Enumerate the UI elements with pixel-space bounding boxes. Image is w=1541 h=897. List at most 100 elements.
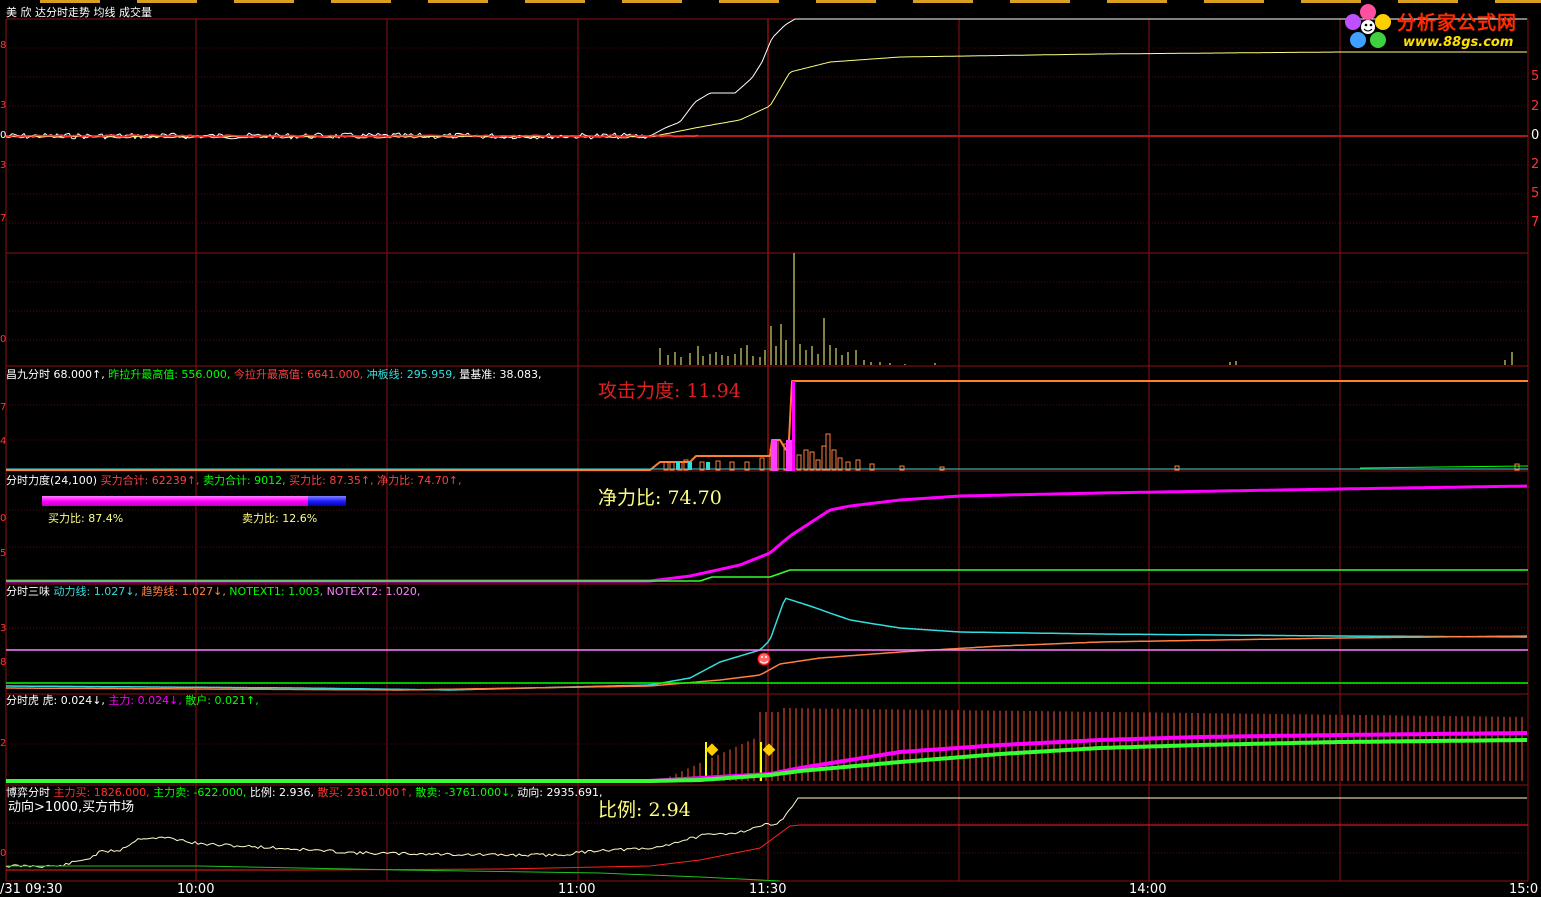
volume-label[interactable]: 成交量 <box>119 6 152 19</box>
left-axis-tick: 8 <box>0 657 7 668</box>
left-axis-tick: 7 <box>0 402 7 413</box>
attack-bar <box>825 433 831 471</box>
toolbar-tab <box>137 0 197 3</box>
attack-bar <box>821 445 827 471</box>
attack-bar <box>837 457 843 471</box>
magenta-bar <box>786 440 792 471</box>
game-green-line <box>6 865 781 882</box>
force-h0: 分时力度(24,100) <box>6 474 98 487</box>
ratio-label: 比例: 2.94 <box>598 799 691 821</box>
attack-orange-line <box>6 380 1528 471</box>
game-h2: 主力卖: -622.000, <box>149 786 247 799</box>
toolbar-tab <box>1204 0 1264 3</box>
x-axis-label: /31 09:30 <box>0 882 63 897</box>
price-line <box>5 18 1527 140</box>
cj-h0: 昌九分时 <box>6 368 50 381</box>
buy-ratio-label: 买力比: 87.4% <box>48 512 124 525</box>
cyan-bar <box>688 462 692 470</box>
toolbar-tab <box>331 0 391 3</box>
avg-line-label[interactable]: 均线 <box>94 6 116 19</box>
x-axis-label: 14:00 <box>1129 882 1167 897</box>
right-axis-tick: 0 <box>1531 128 1540 143</box>
left-axis-tick: 3 <box>0 160 7 171</box>
magenta-bar <box>771 440 777 471</box>
cyan-bar <box>706 462 710 470</box>
force-panel-header: 分时力度(24,100) 买力合计: 62239↑, 卖力合计: 9012, 买… <box>6 474 462 487</box>
toolbar-tab <box>428 0 488 3</box>
cj-panel-header: 昌九分时 68.000↑, 昨拉升最高值: 556.000, 今拉升最高值: 6… <box>6 368 541 381</box>
x-axis-label: 11:30 <box>749 882 787 897</box>
net-force-label: 净力比: 74.70 <box>598 487 722 509</box>
intraday-chart-canvas[interactable] <box>0 0 1541 897</box>
attack-bar <box>759 457 765 471</box>
force-h2: 卖力合计: 9012, <box>199 474 286 487</box>
left-axis-tick: 8 <box>0 40 7 51</box>
right-axis-tick: 2 <box>1531 99 1540 114</box>
avg-price-line <box>5 51 1527 139</box>
tiger-h3: 散户: 0.021↑, <box>181 694 259 707</box>
cj-h5: 量基准: 38.083, <box>455 368 542 381</box>
left-axis-tick: 5 <box>0 548 7 559</box>
buy-ratio-fill <box>42 496 308 506</box>
three-panel-header: 分时三味 动力线: 1.027↓, 趋势线: 1.027↓, NOTEXT1: … <box>6 585 420 598</box>
attack-strength-label: 攻击力度: 11.94 <box>598 380 741 402</box>
sell-ratio-fill <box>308 496 346 506</box>
magenta-bar <box>792 381 795 471</box>
cj-h4: 冲板线: 295.959, <box>363 368 456 381</box>
toolbar-tab <box>525 0 585 3</box>
x-axis-label: 15:0 <box>1509 882 1539 897</box>
left-axis-tick: 0 <box>0 848 7 859</box>
game-panel-header: 博弈分时 主力买: 1826.000, 主力卖: -622.000, 比例: 2… <box>6 786 603 799</box>
force-h3: 买力比: 87.35↑, <box>285 474 374 487</box>
chart-title[interactable]: 达分时走势 <box>35 6 90 19</box>
left-axis-tick: 3 <box>0 100 7 111</box>
sell-force-line <box>6 569 1528 582</box>
cj-green-line <box>1359 465 1529 469</box>
signal-diamond-icon <box>762 743 776 757</box>
power-line <box>6 597 1527 691</box>
three-h0: 分时三味 <box>6 585 50 598</box>
market-status-text: 动向>1000,买方市场 <box>8 800 135 815</box>
three-h2: 趋势线: 1.027↓, <box>137 585 226 598</box>
smiley-eye <box>765 656 767 658</box>
toolbar-tab <box>622 0 682 3</box>
right-axis-tick: 5 <box>1531 186 1540 201</box>
toolbar-tab <box>234 0 294 3</box>
right-axis-tick: 7 <box>1531 215 1540 230</box>
x-axis-label: 11:00 <box>558 882 596 897</box>
flower-logo-icon <box>1345 4 1391 48</box>
logo-title: 分析家公式网 <box>1397 12 1518 34</box>
x-axis-label: 10:00 <box>177 882 215 897</box>
sell-ratio-label: 卖力比: 12.6% <box>242 512 318 525</box>
force-h1: 买力合计: 62239↑, <box>97 474 200 487</box>
right-axis-tick: 5 <box>1531 69 1540 84</box>
game-h1: 主力买: 1826.000, <box>50 786 150 799</box>
site-logo: 分析家公式网 www.88gs.com <box>1341 2 1537 54</box>
left-axis-tick: 3 <box>0 623 7 634</box>
tiger-panel-header: 分时虎 虎: 0.024↓, 主力: 0.024↓, 散户: 0.021↑, <box>6 694 259 707</box>
toolbar-tab <box>719 0 779 3</box>
logo-url: www.88gs.com <box>1403 35 1514 50</box>
toolbar-tab <box>913 0 973 3</box>
right-axis-tick: 2 <box>1531 157 1540 172</box>
tiger-h1: 虎: 0.024↓, <box>39 694 105 707</box>
three-h3: NOTEXT1: 1.003, <box>225 585 324 598</box>
left-axis-tick: 2 <box>0 738 7 749</box>
game-h3: 比例: 2.936, <box>246 786 315 799</box>
game-h0: 博弈分时 <box>6 786 50 799</box>
cyan-bar <box>676 462 680 470</box>
stock-name: 美 欣 <box>6 6 32 19</box>
attack-bar <box>809 451 815 471</box>
left-axis-tick: 0 <box>0 513 7 524</box>
tiger-h0: 分时虎 <box>6 694 39 707</box>
left-axis-tick: 4 <box>0 436 7 447</box>
main-panel-title: 美 欣 达分时走势 均线 成交量 <box>6 6 152 19</box>
three-h1: 动力线: 1.027↓, <box>50 585 138 598</box>
game-h6: 动向: 2935.691, <box>513 786 603 799</box>
smiley-eye <box>761 656 763 658</box>
tiger-h2: 主力: 0.024↓, <box>104 694 182 707</box>
attack-bar <box>796 454 802 471</box>
toolbar-tab <box>1107 0 1167 3</box>
toolbar-tab <box>40 0 100 3</box>
buy-sell-ratio-bar <box>42 496 346 506</box>
